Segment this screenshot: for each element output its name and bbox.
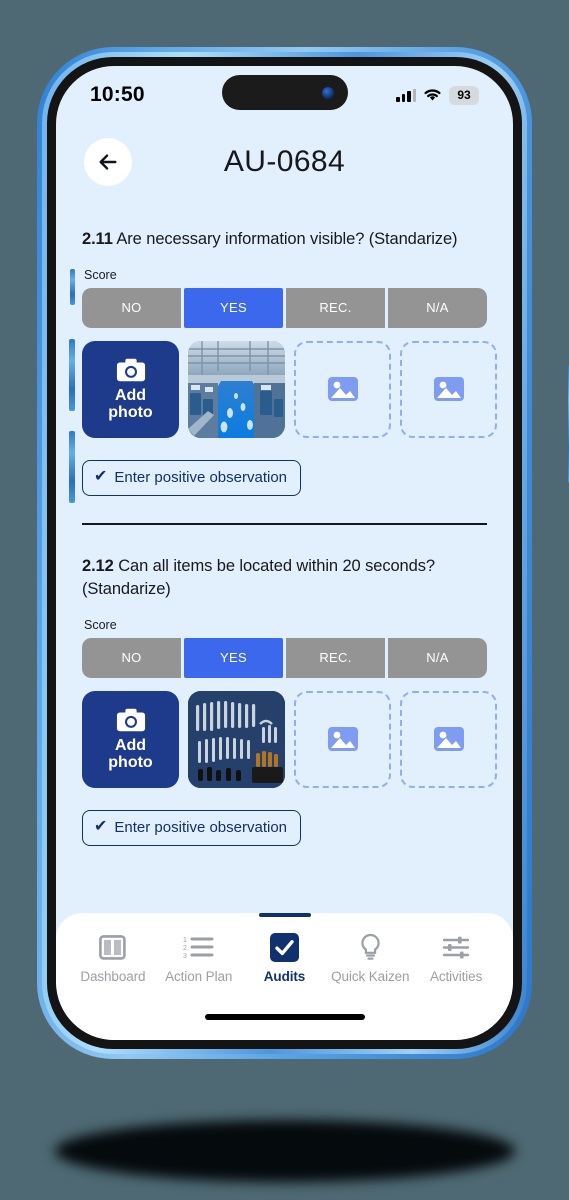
question-number: 2.11 bbox=[82, 230, 113, 248]
bottom-navigation-bar: Dashboard 1 2 3 Action Plan Audits Quick… bbox=[56, 913, 513, 1040]
tab-label: Activities bbox=[429, 969, 483, 984]
phone-body: 10:50 93 AU-0684 2.11 Are necessary info… bbox=[47, 57, 522, 1049]
score-option-yes[interactable]: YES bbox=[184, 637, 283, 678]
svg-text:2: 2 bbox=[183, 945, 187, 952]
section-divider bbox=[82, 522, 487, 526]
dynamic-island bbox=[221, 75, 348, 110]
image-placeholder-icon bbox=[327, 727, 358, 752]
add-photo-label-line2: photo bbox=[108, 404, 153, 422]
check-icon: ✔ bbox=[94, 818, 108, 836]
question-number: 2.12 bbox=[82, 557, 114, 576]
score-option-no[interactable]: NO bbox=[82, 287, 181, 328]
volume-down-button[interactable] bbox=[69, 431, 75, 503]
tab-dashboard[interactable]: Dashboard bbox=[70, 932, 156, 984]
check-icon: ✔ bbox=[94, 468, 108, 486]
question-block-2-12: 2.12 Can all items be located within 20 … bbox=[82, 555, 497, 846]
camera-icon bbox=[116, 358, 145, 382]
checkmark-square-icon bbox=[269, 932, 299, 962]
question-body: Are necessary information visible? (Stan… bbox=[112, 230, 458, 248]
image-placeholder-icon bbox=[433, 377, 464, 402]
tab-list: Dashboard 1 2 3 Action Plan Audits Quick… bbox=[56, 913, 513, 984]
score-option-rec[interactable]: REC. bbox=[286, 287, 385, 328]
photo-placeholder-slot[interactable] bbox=[400, 340, 497, 438]
status-bar-indicators: 93 bbox=[396, 85, 479, 105]
score-option-yes[interactable]: YES bbox=[184, 287, 283, 328]
silence-switch-button[interactable] bbox=[70, 269, 75, 305]
numbered-list-icon: 1 2 3 bbox=[183, 932, 214, 962]
score-label: Score bbox=[84, 617, 117, 632]
photo-thumbnail-tool-board[interactable] bbox=[188, 690, 285, 788]
page-header: AU-0684 bbox=[56, 120, 513, 204]
tab-label: Dashboard bbox=[80, 969, 146, 984]
tool-shadow-board-photo bbox=[188, 690, 285, 788]
question-body: Can all items be located within 20 secon… bbox=[82, 557, 435, 599]
tab-quick-kaizen[interactable]: Quick Kaizen bbox=[327, 932, 413, 984]
add-photo-label-line1: Add bbox=[114, 387, 147, 404]
tab-action-plan[interactable]: 1 2 3 Action Plan bbox=[156, 932, 242, 985]
front-camera-icon bbox=[321, 86, 334, 99]
camera-icon bbox=[116, 708, 145, 732]
question-block-2-11: 2.11 Are necessary information visible? … bbox=[82, 228, 497, 526]
status-bar-time: 10:50 bbox=[90, 83, 145, 106]
enter-positive-observation-button[interactable]: ✔ Enter positive observation bbox=[82, 809, 302, 846]
photo-row: Add photo bbox=[82, 340, 497, 438]
phone-frame: 10:50 93 AU-0684 2.11 Are necessary info… bbox=[37, 47, 569, 1059]
add-photo-button[interactable]: Add photo bbox=[82, 340, 179, 438]
svg-text:3: 3 bbox=[183, 953, 187, 960]
photo-placeholder-slot[interactable] bbox=[294, 340, 391, 438]
volume-up-button[interactable] bbox=[69, 339, 75, 411]
score-option-rec[interactable]: REC. bbox=[286, 637, 385, 678]
battery-indicator: 93 bbox=[449, 85, 479, 105]
score-segmented-control: NO YES REC. N/A bbox=[82, 287, 487, 328]
observation-button-label: Enter positive observation bbox=[114, 468, 288, 486]
tab-label: Action Plan bbox=[165, 969, 233, 984]
question-text: 2.11 Are necessary information visible? … bbox=[82, 228, 487, 251]
dashboard-panels-icon bbox=[99, 932, 127, 962]
score-option-no[interactable]: NO bbox=[82, 637, 181, 678]
photo-placeholder-slot[interactable] bbox=[400, 690, 497, 788]
add-photo-label-line1: Add bbox=[114, 737, 147, 755]
add-photo-label-line2: photo bbox=[108, 754, 153, 772]
observation-button-label: Enter positive observation bbox=[114, 818, 288, 836]
industrial-facility-photo bbox=[188, 340, 285, 438]
arrow-left-icon bbox=[99, 154, 117, 170]
image-placeholder-icon bbox=[327, 377, 358, 402]
sliders-icon bbox=[442, 932, 470, 962]
svg-text:1: 1 bbox=[183, 937, 187, 944]
status-bar: 10:50 93 bbox=[56, 66, 513, 120]
lightbulb-icon bbox=[359, 932, 382, 962]
score-option-na[interactable]: N/A bbox=[388, 287, 487, 328]
phone-screen: 10:50 93 AU-0684 2.11 Are necessary info… bbox=[56, 66, 513, 1040]
photo-thumbnail-industrial-facility[interactable] bbox=[188, 340, 285, 438]
score-option-na[interactable]: N/A bbox=[388, 637, 487, 678]
back-button[interactable] bbox=[84, 138, 132, 186]
score-segmented-control: NO YES REC. N/A bbox=[82, 637, 487, 678]
add-photo-label: Add photo bbox=[108, 737, 152, 772]
image-placeholder-icon bbox=[433, 727, 464, 752]
photo-placeholder-slot[interactable] bbox=[294, 690, 391, 788]
wifi-icon bbox=[424, 89, 441, 101]
add-photo-button[interactable]: Add photo bbox=[82, 690, 179, 788]
enter-positive-observation-button[interactable]: ✔ Enter positive observation bbox=[82, 459, 302, 496]
tab-label: Quick Kaizen bbox=[331, 969, 410, 984]
cellular-signal-icon bbox=[396, 88, 416, 102]
photo-row: Add photo bbox=[82, 690, 497, 788]
home-indicator bbox=[204, 1014, 365, 1020]
add-photo-label: Add photo bbox=[108, 387, 152, 422]
question-text: 2.12 Can all items be located within 20 … bbox=[82, 555, 487, 601]
tab-audits[interactable]: Audits bbox=[242, 932, 328, 984]
audit-question-list: 2.11 Are necessary information visible? … bbox=[56, 204, 513, 911]
phone-drop-shadow bbox=[55, 1120, 515, 1182]
active-tab-indicator bbox=[258, 913, 311, 917]
tab-activities[interactable]: Activities bbox=[413, 932, 499, 984]
score-label: Score bbox=[84, 267, 117, 282]
tab-label: Audits bbox=[263, 969, 306, 984]
